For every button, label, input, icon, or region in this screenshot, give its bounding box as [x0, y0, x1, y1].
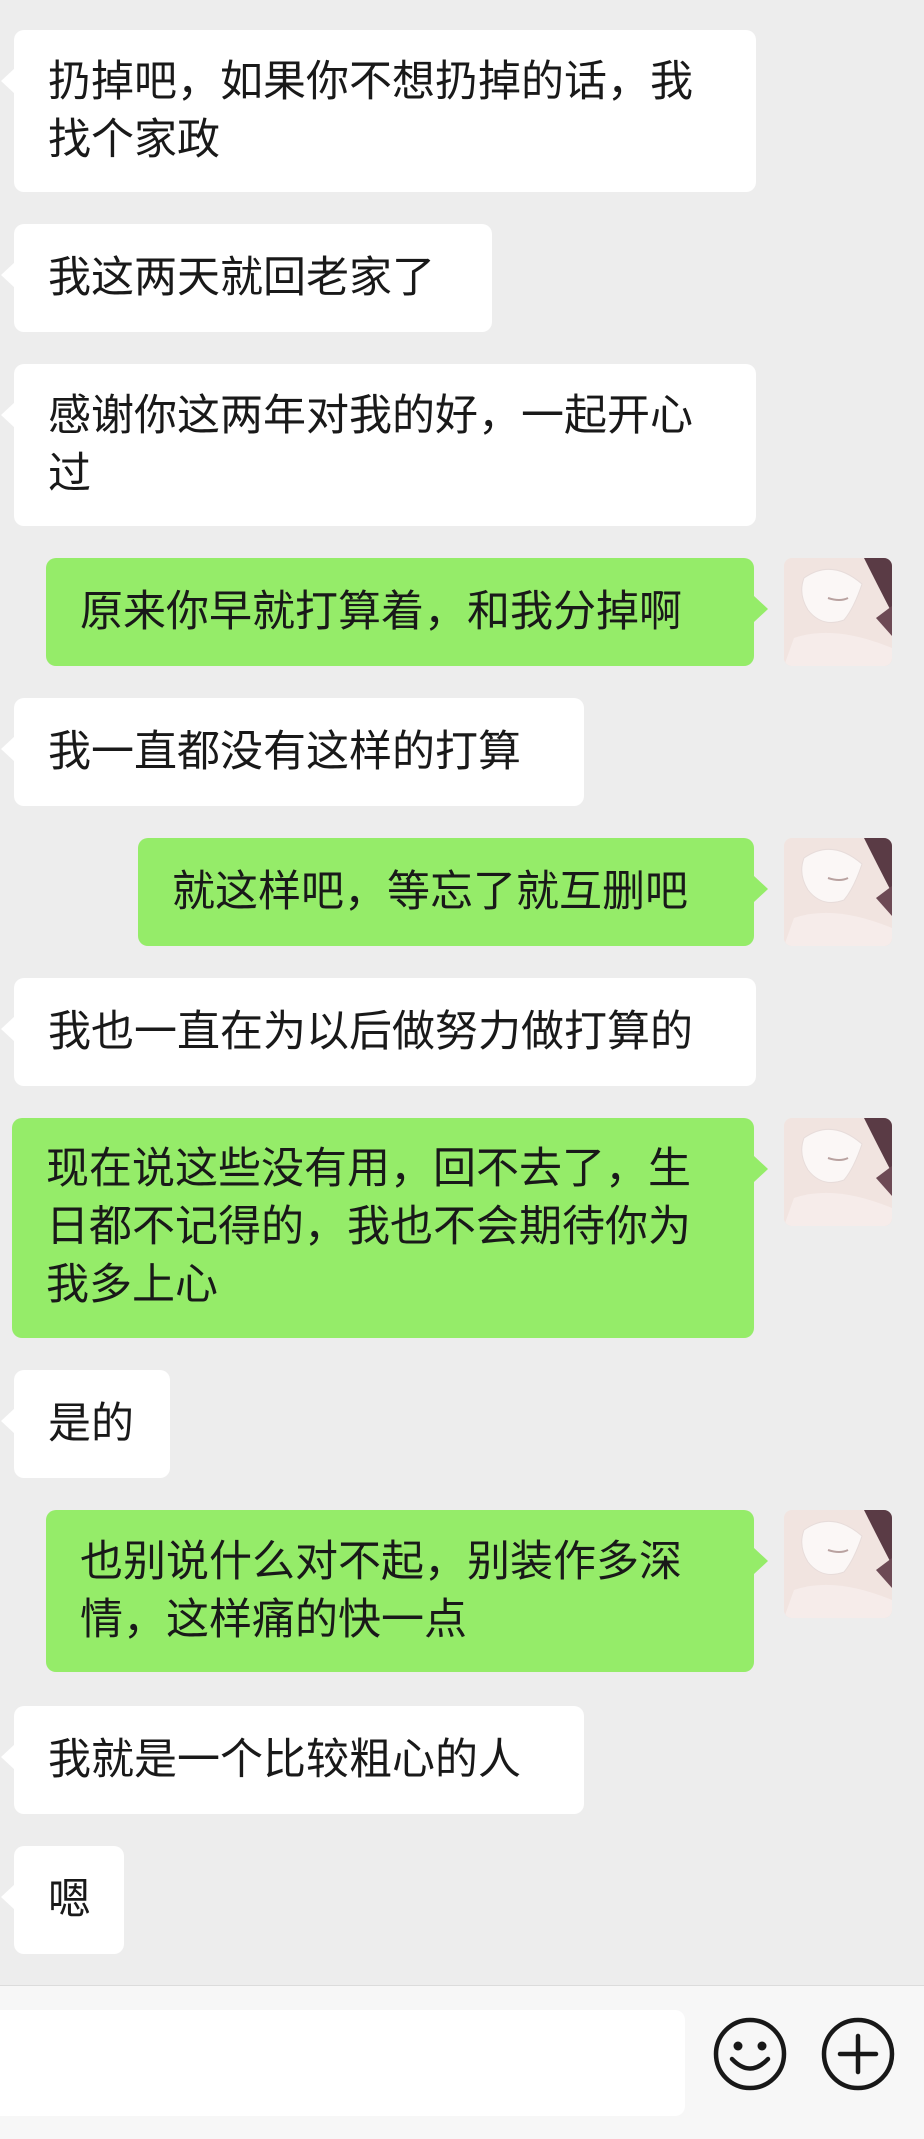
incoming-message-bubble[interactable]: 感谢你这两年对我的好，一起开心 过 [1, 364, 756, 526]
avatar-anime-icon [784, 1118, 892, 1226]
outgoing-message-bubble[interactable]: 原来你早就打算着，和我分掉啊 [46, 558, 768, 666]
incoming-message-bubble[interactable]: 我也一直在为以后做努力做打算的 [1, 978, 756, 1086]
user-avatar[interactable] [784, 838, 892, 946]
outgoing-message-bubble[interactable]: 现在说这些没有用，回不去了，生 日都不记得的，我也不会期待你为 我多上心 [12, 1118, 768, 1338]
incoming-message-bubble[interactable]: 我一直都没有这样的打算 [1, 698, 584, 806]
incoming-message-bubble[interactable]: 扔掉吧，如果你不想扔掉的话，我 找个家政 [1, 30, 756, 192]
avatar-anime-icon [784, 558, 892, 666]
user-avatar[interactable] [784, 1510, 892, 1618]
outgoing-message-bubble[interactable]: 也别说什么对不起，别装作多深 情，这样痛的快一点 [46, 1510, 768, 1672]
emoji-icon [713, 2017, 787, 2091]
avatar-anime-icon [784, 838, 892, 946]
avatar-anime-icon [784, 1510, 892, 1618]
incoming-message-bubble[interactable]: 我这两天就回老家了 [1, 224, 492, 332]
incoming-message-bubble[interactable]: 嗯 [1, 1846, 124, 1954]
incoming-message-bubble[interactable]: 我就是一个比较粗心的人 [1, 1706, 584, 1814]
emoji-button[interactable] [710, 2014, 790, 2094]
outgoing-message-bubble[interactable]: 就这样吧，等忘了就互删吧 [138, 838, 768, 946]
chat-message-list[interactable]: 扔掉吧，如果你不想扔掉的话，我 找个家政 我这两天就回老家了 感谢你这两年对我的… [0, 0, 924, 1985]
user-avatar[interactable] [784, 1118, 892, 1226]
plus-icon [821, 2017, 895, 2091]
incoming-message-bubble[interactable]: 是的 [1, 1370, 170, 1478]
chat-input-bar [0, 1985, 924, 2139]
user-avatar[interactable] [784, 558, 892, 666]
message-input[interactable] [0, 2010, 685, 2116]
more-plus-button[interactable] [818, 2014, 898, 2094]
